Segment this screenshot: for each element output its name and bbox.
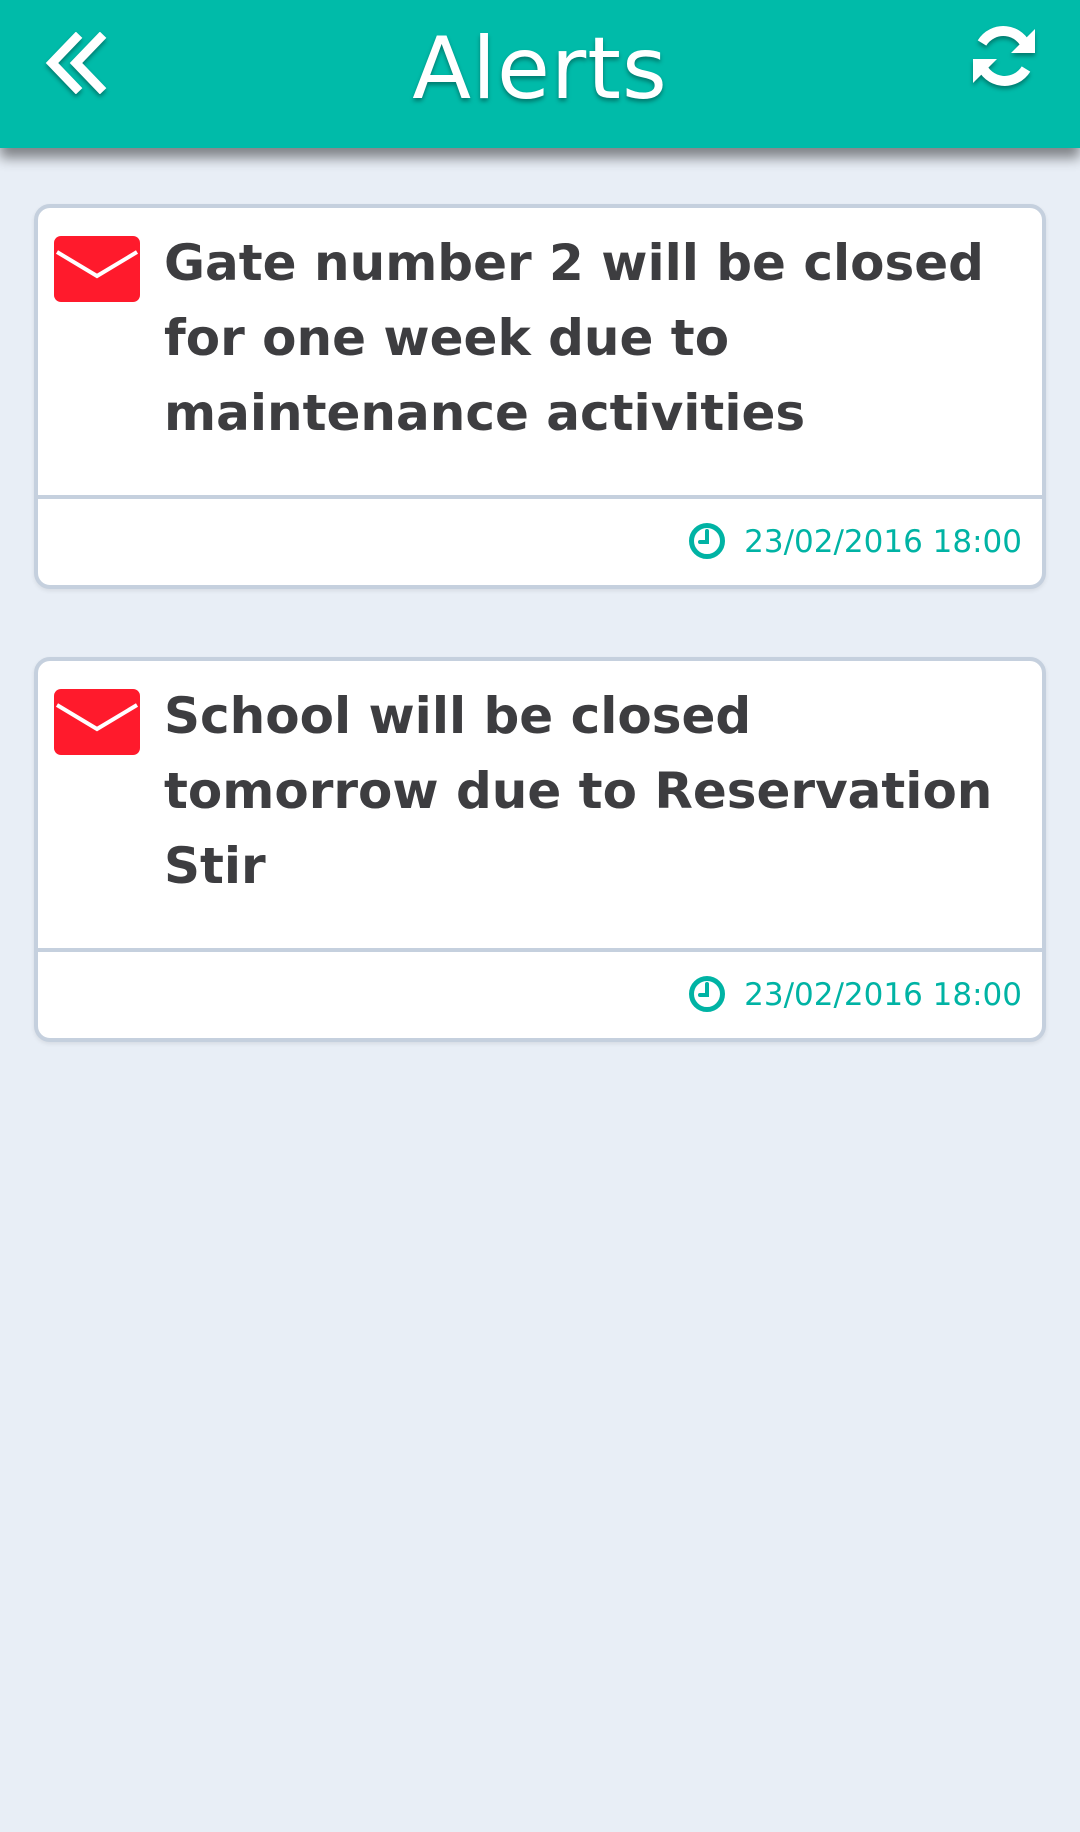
alert-message: Gate number 2 will be closed for one wee…	[164, 234, 984, 442]
mail-icon	[54, 236, 140, 302]
alert-body: School will be closed tomorrow due to Re…	[38, 661, 1042, 948]
alert-timestamp: 23/02/2016 18:00	[744, 524, 1022, 560]
alert-body: Gate number 2 will be closed for one wee…	[38, 208, 1042, 495]
alert-footer: 23/02/2016 18:00	[38, 495, 1042, 585]
alert-card[interactable]: School will be closed tomorrow due to Re…	[34, 657, 1046, 1042]
mail-icon	[54, 689, 140, 755]
alert-footer: 23/02/2016 18:00	[38, 948, 1042, 1038]
app-header: Alerts	[0, 0, 1080, 148]
clock-icon	[689, 523, 726, 559]
clock-icon	[689, 976, 726, 1012]
alert-card[interactable]: Gate number 2 will be closed for one wee…	[34, 204, 1046, 589]
alert-message: School will be closed tomorrow due to Re…	[164, 687, 993, 895]
alerts-list: Gate number 2 will be closed for one wee…	[34, 204, 1046, 1110]
refresh-icon	[973, 26, 1035, 86]
refresh-button[interactable]	[966, 18, 1042, 94]
alert-timestamp: 23/02/2016 18:00	[744, 977, 1022, 1013]
page-title: Alerts	[412, 19, 668, 119]
